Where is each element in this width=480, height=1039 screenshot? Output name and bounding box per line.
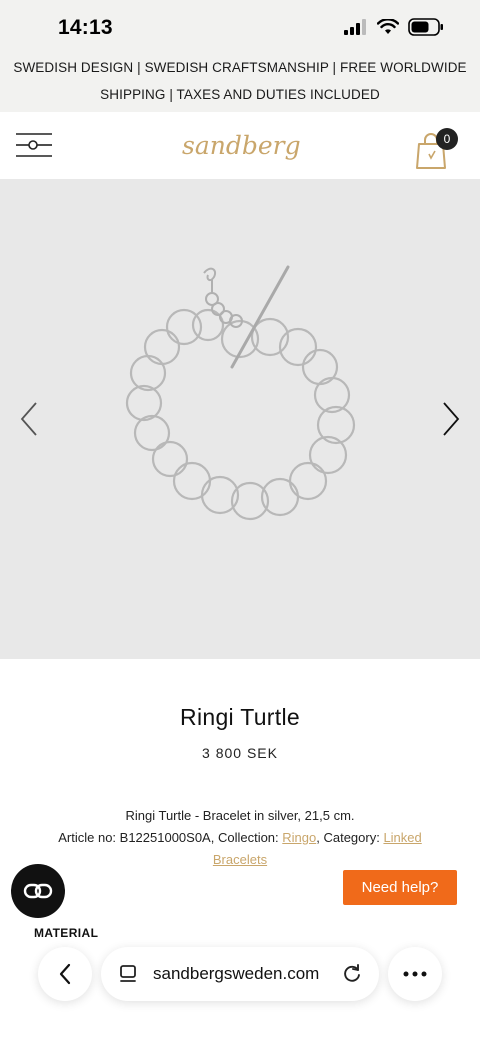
browser-more-button[interactable] bbox=[388, 947, 442, 1001]
chevron-left-icon bbox=[59, 963, 71, 985]
gallery-prev-arrow[interactable] bbox=[14, 399, 44, 439]
need-help-button[interactable]: Need help? bbox=[343, 870, 457, 905]
url-text: sandbergsweden.com bbox=[153, 964, 320, 983]
chat-widget-button[interactable] bbox=[11, 864, 65, 918]
product-price: 3 800 SEK bbox=[202, 745, 278, 761]
more-dots-icon bbox=[403, 971, 427, 977]
announcement-bar: SWEDISH DESIGN | SWEDISH CRAFTSMANSHIP |… bbox=[0, 54, 480, 112]
announcement-line-2: SHIPPING | TAXES AND DUTIES INCLUDED bbox=[100, 87, 380, 102]
description-line: Ringi Turtle - Bracelet in silver, 21,5 … bbox=[125, 808, 355, 823]
status-icons bbox=[344, 18, 444, 36]
browser-back-button[interactable] bbox=[38, 947, 92, 1001]
category-prefix: , Category: bbox=[316, 830, 384, 845]
product-description: Ringi Turtle - Bracelet in silver, 21,5 … bbox=[40, 805, 440, 871]
bracelet-image bbox=[125, 265, 356, 521]
cart-count-badge: 0 bbox=[436, 128, 458, 150]
menu-filter-button[interactable] bbox=[16, 132, 52, 158]
material-section-label[interactable]: MATERIAL bbox=[34, 926, 98, 940]
article-info: Article no: B12251000S0A, Collection: Ri… bbox=[40, 827, 440, 871]
battery-icon bbox=[408, 18, 443, 36]
address-bar[interactable]: sandbergsweden.com bbox=[101, 947, 379, 1001]
collection-link[interactable]: Ringo bbox=[282, 830, 316, 845]
announcement-line-1: SWEDISH DESIGN | SWEDISH CRAFTSMANSHIP |… bbox=[13, 60, 467, 75]
product-title: Ringi Turtle bbox=[180, 704, 300, 730]
status-bar: 14:13 bbox=[0, 0, 480, 54]
gallery-next-arrow[interactable] bbox=[436, 399, 466, 439]
browser-toolbar: sandbergsweden.com bbox=[0, 940, 480, 1039]
cart-button[interactable]: 0 bbox=[414, 126, 462, 169]
link-rings-icon bbox=[23, 883, 53, 899]
reload-icon[interactable] bbox=[341, 963, 363, 985]
site-header: sandberg 0 bbox=[0, 112, 480, 179]
sandberg-logo[interactable]: sandberg bbox=[178, 124, 306, 168]
status-time: 14:13 bbox=[58, 16, 113, 39]
article-prefix: Article no: B12251000S0A, Collection: bbox=[58, 830, 283, 845]
wifi-icon bbox=[377, 19, 399, 34]
logo-text: sandberg bbox=[182, 131, 301, 160]
product-gallery[interactable] bbox=[0, 179, 480, 659]
tab-overview-icon bbox=[120, 965, 136, 982]
signal-icon bbox=[344, 19, 366, 35]
menu-sliders-icon bbox=[16, 133, 52, 157]
